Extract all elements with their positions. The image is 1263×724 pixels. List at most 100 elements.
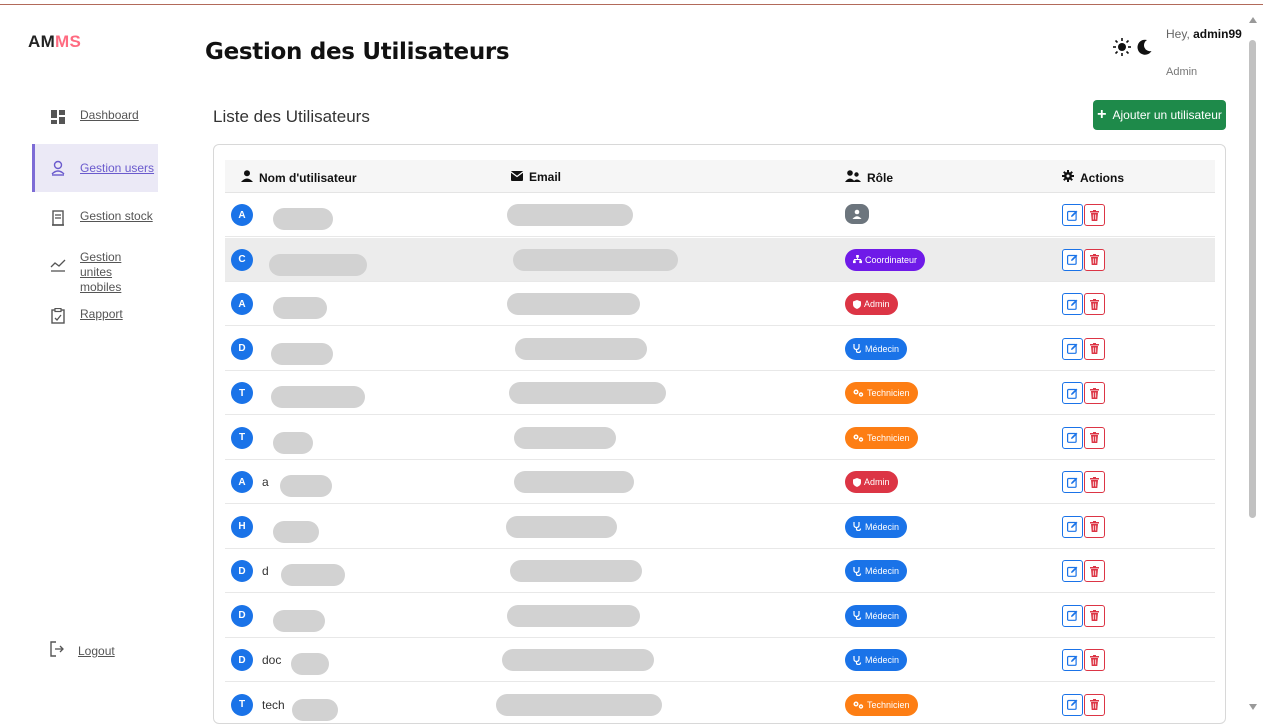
edit-button[interactable] xyxy=(1062,516,1083,538)
column-header-email: Email xyxy=(511,170,561,184)
role-badge: Technicien xyxy=(845,694,918,716)
brand-logo[interactable]: AMMS xyxy=(28,32,81,52)
gear-icon xyxy=(1062,170,1074,185)
email-redacted xyxy=(507,293,640,315)
role-label: Technicien xyxy=(867,433,910,443)
moon-icon[interactable] xyxy=(1137,39,1152,60)
email-redacted xyxy=(515,338,647,360)
username-text: d xyxy=(262,564,269,578)
table-row: HMédecin xyxy=(225,505,1215,549)
add-user-button[interactable]: + Ajouter un utilisateur xyxy=(1093,100,1226,130)
delete-button[interactable] xyxy=(1084,204,1105,226)
trash-icon xyxy=(1090,432,1099,443)
sidebar-item-label: Gestion users xyxy=(80,161,154,176)
edit-button[interactable] xyxy=(1062,471,1083,493)
sidebar-item-gestion-stock[interactable]: Gestion stock xyxy=(32,209,158,227)
table-header: Nom d'utilisateur Email Rôle Actions xyxy=(225,160,1215,193)
add-user-label: Ajouter un utilisateur xyxy=(1112,108,1221,122)
delete-button[interactable] xyxy=(1084,249,1105,271)
vertical-scrollbar[interactable] xyxy=(1244,10,1263,715)
delete-button[interactable] xyxy=(1084,382,1105,404)
trash-icon xyxy=(1090,299,1099,310)
envelope-icon xyxy=(511,170,523,184)
sidebar-item-gestion-users[interactable]: Gestion users xyxy=(32,144,158,192)
role-badge xyxy=(845,204,869,224)
table-row: AaAdmin xyxy=(225,460,1215,504)
admin-role-icon xyxy=(853,478,861,487)
delete-button[interactable] xyxy=(1084,560,1105,582)
username-redacted xyxy=(273,432,313,454)
edit-icon xyxy=(1067,566,1078,577)
username-redacted xyxy=(271,343,333,365)
role-label: Coordinateur xyxy=(865,255,917,265)
edit-button[interactable] xyxy=(1062,560,1083,582)
scroll-down-arrow[interactable] xyxy=(1249,704,1257,710)
column-header-username: Nom d'utilisateur xyxy=(241,170,357,185)
role-label: Médecin xyxy=(865,522,899,532)
table-row: TTechnicien xyxy=(225,371,1215,415)
coordinateur-role-icon xyxy=(853,255,862,264)
table-row: TtechTechnicien xyxy=(225,683,1215,724)
email-redacted xyxy=(496,694,662,716)
table-row: A xyxy=(225,193,1215,237)
edit-button[interactable] xyxy=(1062,204,1083,226)
row-actions xyxy=(1062,694,1105,716)
edit-button[interactable] xyxy=(1062,649,1083,671)
sidebar-item-dashboard[interactable]: Dashboard xyxy=(32,108,158,126)
table-row: DdocMédecin xyxy=(225,638,1215,682)
medecin-role-icon xyxy=(853,611,862,620)
sidebar-item-label: Rapport xyxy=(80,307,123,322)
delete-button[interactable] xyxy=(1084,516,1105,538)
trash-icon xyxy=(1090,566,1099,577)
delete-button[interactable] xyxy=(1084,471,1105,493)
edit-button[interactable] xyxy=(1062,293,1083,315)
avatar: D xyxy=(231,338,253,360)
delete-button[interactable] xyxy=(1084,338,1105,360)
edit-button[interactable] xyxy=(1062,249,1083,271)
column-label: Nom d'utilisateur xyxy=(259,171,357,185)
delete-button[interactable] xyxy=(1084,649,1105,671)
sidebar-item-rapport[interactable]: Rapport xyxy=(32,307,158,325)
trash-icon xyxy=(1090,388,1099,399)
logout-icon xyxy=(50,641,64,660)
sun-icon[interactable] xyxy=(1113,38,1131,61)
brand-part1: AM xyxy=(28,32,55,51)
users-icon xyxy=(845,170,861,185)
role-badge: Technicien xyxy=(845,427,918,449)
sidebar-item-gestion-unites-mobiles[interactable]: Gestion unites mobiles xyxy=(32,250,158,295)
theme-toggle[interactable] xyxy=(1113,38,1152,61)
delete-button[interactable] xyxy=(1084,694,1105,716)
edit-button[interactable] xyxy=(1062,605,1083,627)
row-actions xyxy=(1062,516,1105,538)
row-actions xyxy=(1062,293,1105,315)
edit-button[interactable] xyxy=(1062,694,1083,716)
edit-button[interactable] xyxy=(1062,338,1083,360)
scroll-thumb[interactable] xyxy=(1249,40,1256,518)
role-label: Admin xyxy=(864,477,890,487)
email-redacted xyxy=(509,382,666,404)
role-badge: Coordinateur xyxy=(845,249,925,271)
logout-button[interactable]: Logout xyxy=(32,641,115,660)
username-redacted xyxy=(273,610,325,632)
scroll-up-arrow[interactable] xyxy=(1249,17,1257,23)
delete-button[interactable] xyxy=(1084,605,1105,627)
sidebar: AMMS Dashboard Gestion users Gestion sto… xyxy=(0,5,158,710)
delete-button[interactable] xyxy=(1084,293,1105,315)
avatar: D xyxy=(231,560,253,582)
table-row: TTechnicien xyxy=(225,416,1215,460)
role-badge: Médecin xyxy=(845,516,907,538)
username-text: doc xyxy=(262,653,281,667)
column-header-actions: Actions xyxy=(1062,170,1124,185)
edit-button[interactable] xyxy=(1062,382,1083,404)
edit-icon xyxy=(1067,699,1078,710)
edit-icon xyxy=(1067,343,1078,354)
trash-icon xyxy=(1090,254,1099,265)
edit-icon xyxy=(1067,610,1078,621)
delete-button[interactable] xyxy=(1084,427,1105,449)
username-redacted xyxy=(273,208,333,230)
avatar: A xyxy=(231,204,253,226)
section-title: Liste des Utilisateurs xyxy=(213,107,370,127)
edit-button[interactable] xyxy=(1062,427,1083,449)
technicien-role-icon xyxy=(853,389,864,397)
edit-icon xyxy=(1067,521,1078,532)
